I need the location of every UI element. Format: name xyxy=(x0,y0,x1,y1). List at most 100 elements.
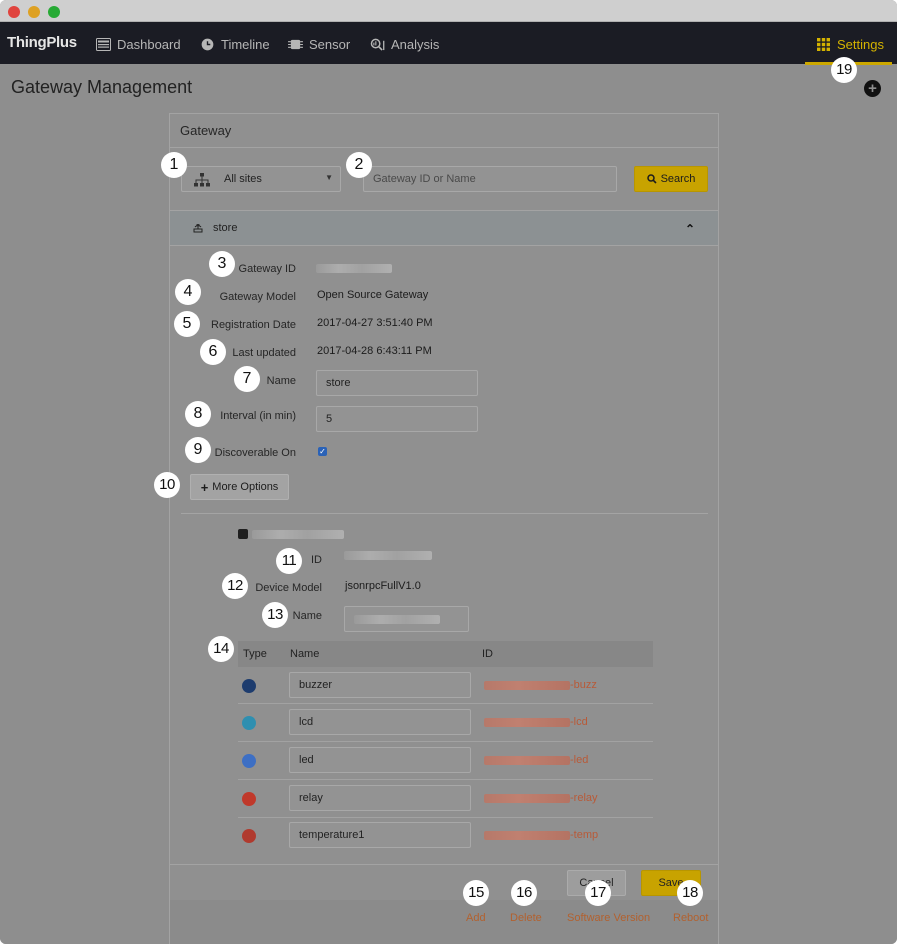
sensor-id-redacted xyxy=(484,680,570,690)
nav-item-settings[interactable]: Settings xyxy=(816,36,884,52)
sensor-name-value: led xyxy=(299,754,314,766)
sensor-id-redacted xyxy=(484,717,570,727)
row-divider xyxy=(238,779,653,780)
annotation-marker: 15 xyxy=(463,880,489,906)
annotation-marker: 5 xyxy=(174,311,200,337)
window-titlebar xyxy=(0,0,897,22)
search-button[interactable]: Search xyxy=(634,166,708,192)
plus-icon: + xyxy=(200,479,209,495)
gateway-name-input[interactable]: store xyxy=(316,370,478,396)
nav-item-dashboard[interactable]: Dashboard xyxy=(96,36,181,52)
device-icon xyxy=(238,529,248,539)
annotation-marker: 13 xyxy=(262,602,288,628)
annotation-marker: 8 xyxy=(185,401,211,427)
gateway-search-placeholder: Gateway ID or Name xyxy=(373,173,476,185)
nav-item-analysis[interactable]: Analysis xyxy=(370,36,439,52)
gateway-panel: Gateway All sites ▼ Gateway ID or Name S… xyxy=(169,113,719,944)
section-divider xyxy=(181,513,708,514)
nav-item-sensor[interactable]: Sensor xyxy=(288,36,350,52)
gateway-accordion-header[interactable]: store ⌃ xyxy=(170,210,718,246)
gateway-panel-header: Gateway xyxy=(170,114,718,148)
sensor-id-suffix: -relay xyxy=(570,792,598,804)
nav-item-dashboard-label: Dashboard xyxy=(117,36,181,52)
sensor-name-input[interactable]: buzzer xyxy=(289,672,471,698)
sensor-id-redacted xyxy=(484,830,570,840)
col-id: ID xyxy=(482,648,493,660)
annotation-marker: 14 xyxy=(208,636,234,662)
maximize-window-button[interactable] xyxy=(48,6,60,18)
nav-item-timeline[interactable]: Timeline xyxy=(200,36,270,52)
device-model-value: jsonrpcFullV1.0 xyxy=(345,580,421,592)
delete-link[interactable]: Delete xyxy=(510,912,542,924)
sensor-id[interactable]: -relay xyxy=(484,792,598,804)
annotation-marker: 18 xyxy=(677,880,703,906)
add-link[interactable]: Add xyxy=(466,912,486,924)
sitemap-icon xyxy=(194,173,210,187)
annotation-marker: 10 xyxy=(154,472,180,498)
row-divider xyxy=(238,741,653,742)
brand-logo[interactable]: ThingPlus xyxy=(7,34,77,51)
sensor-id-redacted xyxy=(484,793,570,803)
nav-item-sensor-label: Sensor xyxy=(309,36,351,52)
reboot-link[interactable]: Reboot xyxy=(673,912,708,924)
analysis-icon xyxy=(370,38,385,51)
main-content: Gateway Management + Gateway All sites ▼… xyxy=(0,65,897,944)
gateway-model-label: Gateway Model xyxy=(219,291,296,303)
device-name-redacted xyxy=(252,530,344,539)
sensor-id[interactable]: -buzz xyxy=(484,679,597,691)
router-icon xyxy=(193,224,203,233)
led-icon xyxy=(242,754,256,768)
sensor-name-input[interactable]: temperature1 xyxy=(289,822,471,848)
chevron-up-icon[interactable]: ⌃ xyxy=(685,222,695,236)
interval-input[interactable]: 5 xyxy=(316,406,478,432)
close-window-button[interactable] xyxy=(8,6,20,18)
dashboard-icon xyxy=(96,37,111,51)
gateway-search-input[interactable]: Gateway ID or Name xyxy=(363,166,617,192)
gateway-name-header: store xyxy=(213,222,238,234)
sensor-id[interactable]: -lcd xyxy=(484,716,588,728)
temperature-icon xyxy=(242,829,256,843)
sensor-name-input[interactable]: lcd xyxy=(289,709,471,735)
lcd-icon xyxy=(242,716,256,730)
gateway-id-value-redacted xyxy=(316,264,392,273)
sensor-id-suffix: -buzz xyxy=(570,679,597,691)
sensor-id-redacted xyxy=(484,755,570,765)
sensor-table-header: Type Name ID xyxy=(238,641,653,667)
relay-icon xyxy=(242,792,256,806)
sensor-id[interactable]: -temp xyxy=(484,829,598,841)
sensor-id[interactable]: -led xyxy=(484,754,588,766)
search-button-label: Search xyxy=(660,173,696,185)
nav-item-analysis-label: Analysis xyxy=(391,36,440,52)
annotation-marker: 1 xyxy=(161,152,187,178)
gateway-actions-bar: Add Delete Software Version Reboot xyxy=(170,900,718,944)
top-navbar: ThingPlus Dashboard Timeline Sensor Anal… xyxy=(0,22,897,64)
last-updated-value: 2017-04-28 6:43:11 PM xyxy=(317,345,432,357)
annotation-marker: 3 xyxy=(209,251,235,277)
row-divider xyxy=(238,703,653,704)
sensor-id-suffix: -lcd xyxy=(570,716,588,728)
site-select[interactable]: All sites ▼ xyxy=(181,166,341,192)
software-version-link[interactable]: Software Version xyxy=(567,912,650,924)
more-options-button[interactable]: + More Options xyxy=(190,474,289,500)
annotation-marker: 2 xyxy=(346,152,372,178)
minimize-window-button[interactable] xyxy=(28,6,40,18)
device-name-input[interactable] xyxy=(344,606,469,632)
discoverable-checkbox[interactable]: ✓ xyxy=(318,447,327,456)
annotation-marker: 6 xyxy=(200,339,226,365)
sensor-name-value: temperature1 xyxy=(299,829,365,841)
nav-item-settings-label: Settings xyxy=(837,36,884,52)
sensor-name-input[interactable]: led xyxy=(289,747,471,773)
device-id-value-redacted xyxy=(344,551,432,560)
annotation-marker: 19 xyxy=(831,57,857,83)
app-window: ThingPlus Dashboard Timeline Sensor Anal… xyxy=(0,0,897,944)
chip-icon xyxy=(288,39,303,49)
sensor-name-input[interactable]: relay xyxy=(289,785,471,811)
sensor-id-suffix: -led xyxy=(570,754,589,766)
annotation-marker: 12 xyxy=(222,573,248,599)
caret-down-icon: ▼ xyxy=(325,173,333,182)
col-name: Name xyxy=(290,648,320,660)
grid-icon xyxy=(817,37,830,51)
sensor-id-suffix: -temp xyxy=(570,829,599,841)
add-gateway-icon[interactable]: + xyxy=(864,80,881,97)
sensor-name-value: lcd xyxy=(299,716,314,728)
